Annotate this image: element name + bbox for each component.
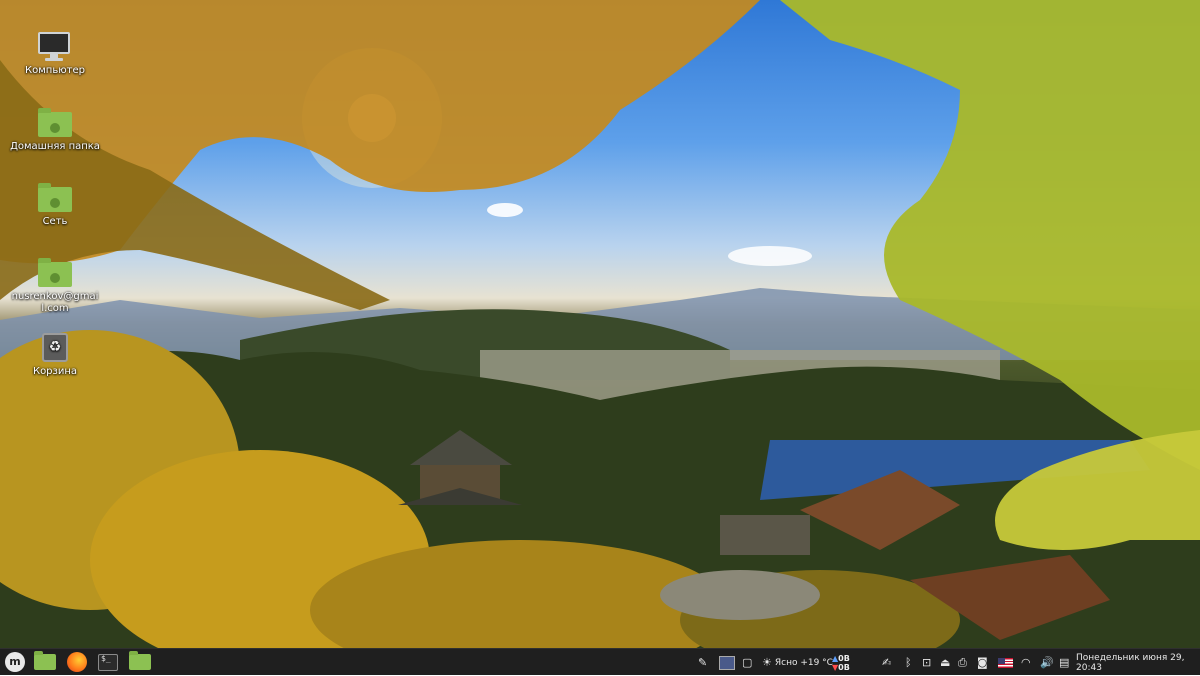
notifications-icon: ▤ [1059, 656, 1070, 669]
terminal-icon: $_ [98, 653, 118, 671]
taskbar: m $_ ✎ ▢ ☀ Ясно +19 °C ▲0B ▼0B ✍ ᛒ ⊡ ⏏ ⎙… [0, 648, 1200, 675]
wallpaper-landscape [0, 0, 1200, 648]
notes-icon: ▢ [742, 656, 753, 669]
notes-applet[interactable]: ▢ [742, 649, 752, 676]
screenshot-applet[interactable]: ◙ [977, 649, 988, 676]
download-speed: 0B [838, 662, 850, 672]
screenshot-icon: ◙ [977, 656, 988, 669]
network-account-icon [38, 258, 72, 288]
workspace-switcher-icon [719, 655, 735, 670]
update-manager-applet[interactable]: ⊡ [922, 649, 931, 676]
home-folder-icon [38, 108, 72, 138]
desktop-icon-label: Компьютер [25, 65, 85, 76]
workspace-switcher-applet[interactable] [719, 649, 735, 676]
weather-applet[interactable]: ☀ Ясно +19 °C [762, 649, 833, 676]
desktop-icon-computer[interactable]: Компьютер [10, 32, 100, 77]
desktop-wallpaper [0, 0, 1200, 648]
trash-icon: ♻ [38, 333, 72, 363]
terminal-launcher[interactable]: $_ [96, 652, 120, 672]
desktop-icon-label: nusrenkov@gmail.com [11, 291, 99, 314]
weather-icon: ☀ [762, 656, 772, 669]
desktop-icon-network[interactable]: Сеть [10, 183, 100, 228]
mint-menu-icon: m [5, 652, 25, 672]
network-applet[interactable]: ◠ [1021, 649, 1031, 676]
volume-icon: 🔊 [1040, 656, 1054, 669]
files-icon [34, 651, 56, 670]
bluetooth-icon: ᛒ [905, 656, 912, 669]
upload-speed: 0B [838, 653, 850, 663]
weather-text: Ясно +19 °C [774, 657, 833, 668]
files-launcher[interactable] [33, 651, 57, 672]
network-icon [38, 183, 72, 213]
color-picker-applet[interactable]: ✎ [698, 649, 707, 676]
files-icon [129, 651, 151, 670]
update-icon: ⊡ [922, 656, 932, 669]
firefox-icon [67, 652, 87, 672]
files-window-button[interactable] [128, 651, 152, 672]
printer-applet[interactable]: ⎙ [958, 649, 967, 676]
keyboard-layout-icon [998, 657, 1013, 668]
desktop-icon-network-account[interactable]: nusrenkov@gmail.com [10, 258, 100, 315]
menu-button[interactable]: m [4, 652, 26, 672]
bluetooth-applet[interactable]: ᛒ [905, 649, 912, 676]
desktop-icon-label: Сеть [42, 216, 68, 227]
notifications-applet[interactable]: ▤ [1059, 649, 1069, 676]
clipboard-applet[interactable]: ✍ [882, 649, 891, 676]
desktop-icon-home[interactable]: Домашняя папка [10, 108, 100, 153]
clock-applet[interactable]: Понедельник июня 29, 20:43 [1076, 649, 1200, 676]
color-picker-icon: ✎ [698, 656, 708, 669]
firefox-launcher[interactable] [65, 652, 89, 672]
printer-icon: ⎙ [958, 655, 967, 669]
desktop-icon-label: Домашняя папка [10, 141, 100, 152]
keyboard-layout-applet[interactable] [998, 649, 1013, 676]
removable-drive-icon: ⏏ [940, 656, 951, 669]
wifi-icon: ◠ [1021, 656, 1031, 669]
clipboard-icon: ✍ [882, 656, 892, 669]
computer-icon [38, 32, 72, 62]
sound-applet[interactable]: 🔊 [1040, 649, 1054, 676]
clock-text: Понедельник июня 29, 20:43 [1076, 652, 1185, 673]
desktop-icon-trash[interactable]: ♻ Корзина [10, 333, 100, 378]
network-speed-applet[interactable]: ▲0B ▼0B [832, 649, 850, 676]
desktop-icon-label: Корзина [32, 366, 78, 377]
removable-drive-applet[interactable]: ⏏ [940, 649, 950, 676]
